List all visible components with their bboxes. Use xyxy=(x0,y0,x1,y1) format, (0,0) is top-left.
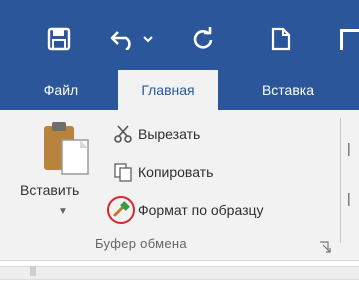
next-group-fragment-1: | xyxy=(347,140,351,156)
redo-icon xyxy=(193,27,213,49)
group-separator xyxy=(340,118,341,243)
clipboard-group-label: Буфер обмена xyxy=(95,236,187,251)
overflow-button[interactable] xyxy=(340,22,359,56)
copy-button[interactable]: Копировать xyxy=(110,158,213,186)
save-icon xyxy=(47,27,71,51)
cut-button[interactable]: Вырезать xyxy=(110,120,200,148)
dialog-launcher-icon[interactable] xyxy=(318,240,332,254)
tab-insert[interactable]: Вставка xyxy=(238,70,338,110)
save-button[interactable] xyxy=(42,22,76,56)
copy-icon xyxy=(110,161,136,183)
tab-home[interactable]: Главная xyxy=(118,70,218,110)
ruler-indent-marker[interactable] xyxy=(30,266,36,276)
cut-label: Вырезать xyxy=(138,126,201,142)
undo-dropdown-button[interactable] xyxy=(140,22,156,56)
chevron-down-icon xyxy=(143,36,153,43)
clipboard-icon xyxy=(44,122,89,175)
format-painter-icon xyxy=(106,195,136,225)
ruler xyxy=(0,266,359,280)
next-group-fragment-2: | xyxy=(347,190,351,206)
paste-label: Вставить xyxy=(20,182,80,198)
scissors-icon xyxy=(110,123,136,145)
new-document-button[interactable] xyxy=(266,22,296,56)
paste-dropdown-icon[interactable]: ▼ xyxy=(58,206,68,217)
copy-label: Копировать xyxy=(138,164,214,180)
format-painter-button[interactable]: Формат по образцу xyxy=(107,196,264,224)
undo-icon xyxy=(110,31,131,50)
overflow-icon xyxy=(340,28,359,50)
new-document-icon xyxy=(271,27,291,51)
tab-file[interactable]: Файл xyxy=(26,70,96,110)
redo-button[interactable] xyxy=(188,22,218,56)
undo-button[interactable] xyxy=(108,22,138,56)
format-painter-label: Формат по образцу xyxy=(138,202,264,218)
